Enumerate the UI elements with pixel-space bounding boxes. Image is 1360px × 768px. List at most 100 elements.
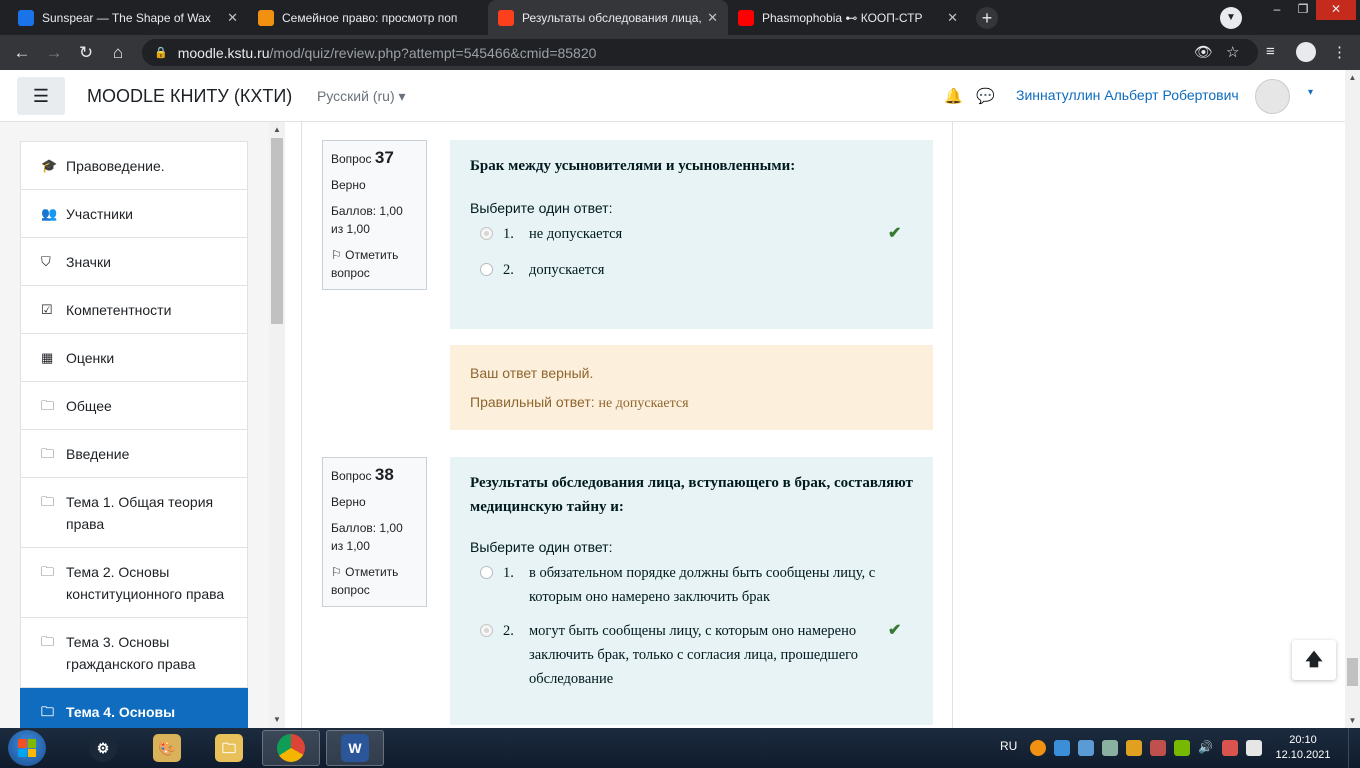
drawer-scrollbar[interactable]: ▲ ▼ [269,122,285,728]
home-icon[interactable]: ⌂ [108,43,128,63]
answer-radio [480,624,493,637]
network-warning-icon[interactable] [1222,740,1238,756]
folder-icon: 🗀 [41,634,55,649]
chevron-down-icon[interactable]: ▾ [1308,87,1313,98]
messages-icon[interactable]: 💬 [976,87,995,105]
nvidia-icon[interactable] [1174,740,1190,756]
question-state: Верно [331,178,366,192]
restore-icon[interactable]: ❐ [1290,0,1316,20]
user-menu-name[interactable]: Зиннатуллин Альберт Робертович [1016,87,1239,103]
drawer-item-label: Оценки [66,350,115,366]
drawer-item-course[interactable]: 🎓 Правоведение. [20,141,248,190]
flag-question-link[interactable]: ⚐ Отметить вопрос [331,246,418,282]
drawer-item-topic-4[interactable]: 🗀 Тема 4. Основы [20,688,248,728]
scroll-down-icon[interactable]: ▼ [1345,716,1360,725]
flag-label: Отметить вопрос [331,565,399,597]
scroll-up-icon[interactable]: ▲ [269,125,285,134]
drawer-item-topic-1[interactable]: 🗀 Тема 1. Общая теория права [20,478,248,548]
question-formulation-38: Результаты обследования лица, вступающег… [450,457,933,725]
tray-app-icon[interactable] [1150,740,1166,756]
question-number: 37 [374,148,394,167]
language-menu[interactable]: Русский (ru) ▾ [317,88,406,105]
drawer-item-grades[interactable]: ▦ Оценки [20,334,248,382]
bell-icon[interactable]: 🔔 [944,87,963,105]
answer-radio [480,227,493,240]
question-number: 38 [374,465,394,484]
steam-taskbar-button[interactable]: ⚙ [74,730,132,766]
tab-close-icon[interactable]: ✕ [947,10,958,26]
question-label: Вопрос [331,469,372,483]
explorer-taskbar-button[interactable]: 🗀 [200,730,258,766]
back-arrow-icon[interactable]: ← [12,43,32,63]
browser-tab-1[interactable]: Sunspear — The Shape of Wax ✕ [8,0,248,35]
drawer-item-participants[interactable]: 👥 Участники [20,190,248,238]
drawer-item-label: Тема 2. Основы конституционного права [66,564,225,602]
address-bar[interactable]: 🔒 moodle.kstu.ru/mod/quiz/review.php?att… [142,39,1258,66]
drawer-toggle-button[interactable]: ☰ [17,77,65,115]
browser-tab-3[interactable]: Результаты обследования лица, ✕ [488,0,728,35]
tray-app-icon[interactable] [1126,740,1142,756]
tray-app-icon[interactable] [1030,740,1046,756]
page-scrollbar[interactable]: ▲ ▼ [1345,70,1360,728]
eye-off-icon[interactable]: 👁 [1194,43,1213,61]
tab-search-icon[interactable]: ▼ [1220,7,1242,29]
reload-icon[interactable]: ↻ [76,43,96,63]
page-scroll-thumb[interactable] [1347,658,1358,686]
tab-title: Phasmophobia ⊷ КООП-СТР [762,10,923,25]
system-clock[interactable]: 20:10 12.10.2021 [1272,733,1334,763]
new-tab-button[interactable]: + [976,7,998,29]
folder-icon: 🗀 [215,734,243,762]
language-label: Русский (ru) [317,88,395,104]
profile-avatar-icon[interactable] [1296,42,1316,62]
drawer-item-general[interactable]: 🗀 Общее [20,382,248,430]
close-window-icon[interactable]: ✕ [1316,0,1356,20]
tray-cloud-icon[interactable] [1054,740,1070,756]
folder-icon: 🗀 [41,494,55,509]
checkbox-icon: ☑ [41,302,53,317]
flag-question-link[interactable]: ⚐ Отметить вопрос [331,563,418,599]
chat-favicon-icon [18,9,34,26]
drawer-item-competencies[interactable]: ☑ Компетентности [20,286,248,334]
input-language[interactable]: RU [1000,739,1017,768]
start-button[interactable] [8,730,46,766]
word-taskbar-button[interactable]: W [326,730,384,766]
media-control-icon[interactable]: ≡ [1266,43,1275,60]
url-host: moodle.kstu.ru [177,44,270,61]
tray-app-icon[interactable] [1078,740,1094,756]
drawer-item-topic-3[interactable]: 🗀 Тема 3. Основы гражданского права [20,618,248,688]
show-desktop-button[interactable] [1348,728,1360,768]
tab-close-icon[interactable]: ✕ [707,10,718,26]
drawer-scroll-thumb[interactable] [271,138,283,324]
minimize-icon[interactable]: – [1264,0,1290,20]
graduation-cap-icon: 🎓 [41,158,58,173]
yandex-favicon-icon [498,9,514,26]
drawer-item-introduction[interactable]: 🗀 Введение [20,430,248,478]
scroll-up-icon[interactable]: ▲ [1345,73,1360,82]
drawer-item-label: Тема 1. Общая теория права [66,494,214,532]
tray-usb-icon[interactable] [1102,740,1118,756]
forward-arrow-icon[interactable]: → [44,43,64,63]
paint-taskbar-button[interactable]: 🎨 [138,730,196,766]
site-brand[interactable]: MOODLE КНИТУ (КХТИ) [87,86,292,107]
browser-tab-strip: Sunspear — The Shape of Wax ✕ Семейное п… [0,0,1360,35]
drawer-item-topic-2[interactable]: 🗀 Тема 2. Основы конституционного права [20,548,248,618]
back-to-top-button[interactable]: 🡅 [1292,640,1336,680]
right-blocks-region [953,122,1345,728]
browser-menu-icon[interactable]: ⋮ [1332,43,1347,61]
browser-tab-4[interactable]: Phasmophobia ⊷ КООП-СТР ✕ [728,0,968,35]
avatar[interactable] [1255,79,1290,114]
bookmark-star-icon[interactable]: ☆ [1226,43,1239,61]
volume-icon[interactable]: 🔊 [1198,740,1214,756]
chrome-taskbar-button[interactable] [262,730,320,766]
drawer-item-badges[interactable]: ⛉ Значки [20,238,248,286]
palette-icon: 🎨 [153,734,181,762]
answer-option: 2. допускается [470,258,913,282]
drawer-item-label: Введение [66,446,130,462]
browser-tab-2[interactable]: Семейное право: просмотр поп [248,0,488,35]
scroll-down-icon[interactable]: ▼ [269,715,285,724]
answer-option: 1. в обязательном порядке должны быть со… [470,561,913,609]
question-info-38: Вопрос 38 Верно Баллов: 1,00 из 1,00 ⚐ О… [322,457,427,607]
tab-close-icon[interactable]: ✕ [227,10,238,26]
clock-time: 20:10 [1289,734,1317,746]
action-center-icon[interactable] [1246,740,1262,756]
